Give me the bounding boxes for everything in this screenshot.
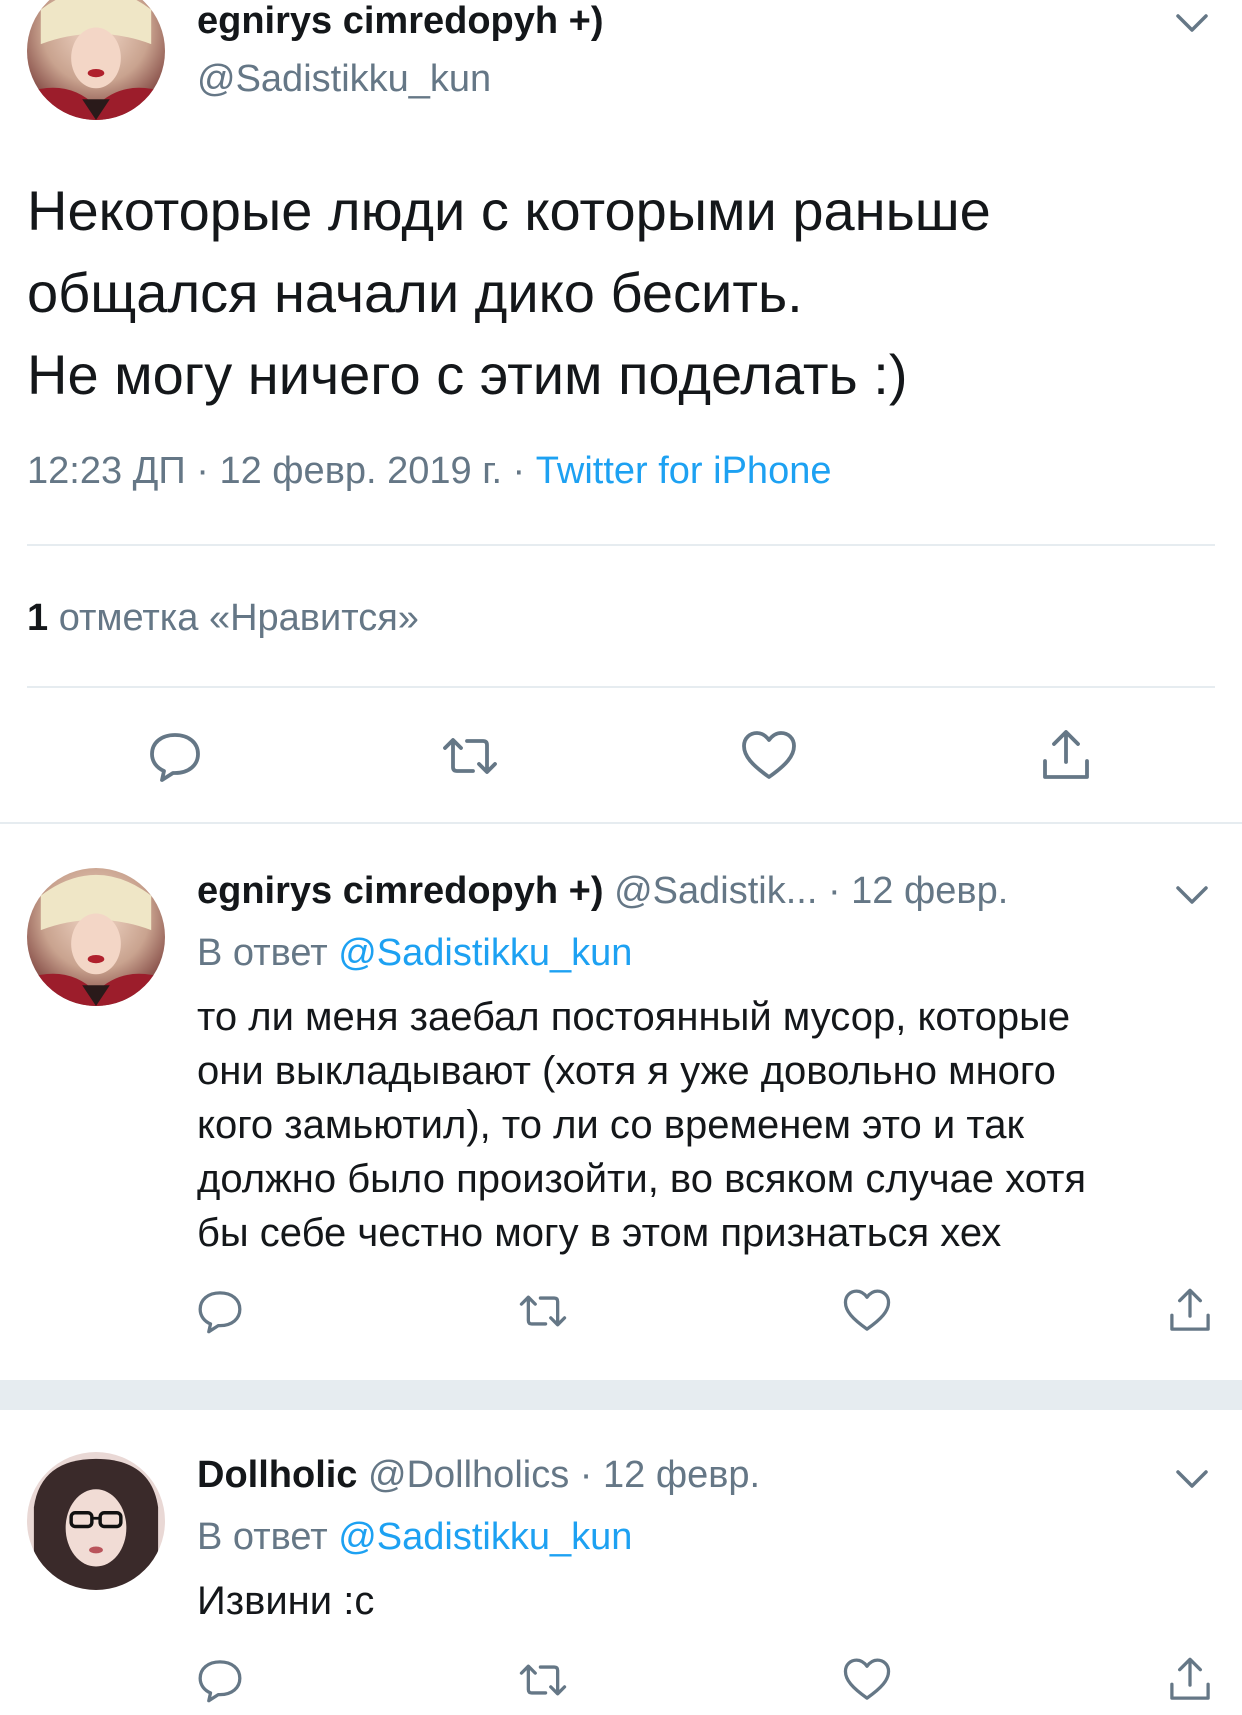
author-handle[interactable]: @Sadistikku_kun bbox=[197, 58, 491, 101]
reply-icon[interactable] bbox=[195, 1286, 245, 1336]
author-name[interactable]: Dollholic bbox=[197, 1454, 357, 1496]
reply-icon[interactable] bbox=[195, 1655, 245, 1705]
chevron-down-icon[interactable] bbox=[1172, 1464, 1212, 1494]
reply-header: Dollholic @Dollholics · 12 февр. bbox=[197, 1454, 760, 1497]
tweet-meta: 12:23 ДП · 12 февр. 2019 г. · Twitter fo… bbox=[27, 450, 831, 493]
divider bbox=[0, 822, 1242, 824]
likes-summary[interactable]: 1 отметка «Нравится» bbox=[27, 597, 419, 640]
chevron-down-icon[interactable] bbox=[1172, 880, 1212, 910]
avatar[interactable] bbox=[27, 0, 165, 120]
retweet-icon[interactable] bbox=[518, 1655, 568, 1705]
divider bbox=[27, 544, 1215, 546]
tweet-timestamp: 12:23 ДП · 12 февр. 2019 г. · bbox=[27, 450, 536, 492]
divider bbox=[27, 686, 1215, 688]
section-divider bbox=[0, 1380, 1242, 1410]
reply-to: В ответ @Sadistikku_kun bbox=[197, 932, 632, 975]
reply-header: egnirys cimredopyh +) @Sadistik... · 12 … bbox=[197, 870, 1008, 913]
tweet-date: · 12 февр. bbox=[817, 870, 1009, 912]
heart-icon[interactable] bbox=[842, 1286, 892, 1336]
reply-icon[interactable] bbox=[146, 727, 204, 785]
likes-count: 1 bbox=[27, 597, 49, 639]
share-icon[interactable] bbox=[1165, 1655, 1215, 1705]
tweet-text: Некоторые люди с которыми раньше общался… bbox=[27, 179, 991, 406]
reply-to-handle[interactable]: @Sadistikku_kun bbox=[338, 932, 632, 974]
share-icon[interactable] bbox=[1037, 727, 1095, 785]
avatar[interactable] bbox=[27, 1452, 165, 1590]
author-handle[interactable]: @Sadistik... bbox=[614, 870, 817, 912]
reply-to-label: В ответ bbox=[197, 932, 339, 974]
avatar[interactable] bbox=[27, 868, 165, 1006]
likes-label: отметка «Нравится» bbox=[48, 597, 419, 639]
reply-text: то ли меня заебал постоянный мусор, кото… bbox=[197, 995, 1087, 1255]
author-name[interactable]: egnirys cimredopyh +) bbox=[197, 0, 604, 43]
retweet-icon[interactable] bbox=[518, 1286, 568, 1336]
author-name[interactable]: egnirys cimredopyh +) bbox=[197, 870, 604, 912]
share-icon[interactable] bbox=[1165, 1286, 1215, 1336]
tweet-source-link[interactable]: Twitter for iPhone bbox=[536, 450, 832, 492]
chevron-down-icon[interactable] bbox=[1172, 8, 1212, 38]
reply-text: Извини :с bbox=[197, 1579, 375, 1623]
retweet-icon[interactable] bbox=[441, 727, 499, 785]
heart-icon[interactable] bbox=[740, 727, 798, 785]
tweet-date: · 12 февр. bbox=[569, 1454, 761, 1496]
author-handle[interactable]: @Dollholics bbox=[368, 1454, 569, 1496]
heart-icon[interactable] bbox=[842, 1655, 892, 1705]
reply-to-handle[interactable]: @Sadistikku_kun bbox=[338, 1516, 632, 1558]
reply-to: В ответ @Sadistikku_kun bbox=[197, 1516, 632, 1559]
reply-to-label: В ответ bbox=[197, 1516, 339, 1558]
